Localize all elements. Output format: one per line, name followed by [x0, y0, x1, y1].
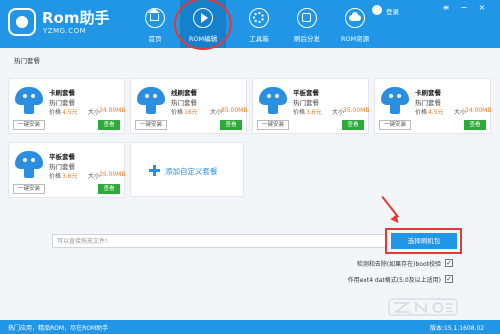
close-icon[interactable]: ×	[476, 3, 488, 13]
option-ext4-format-label: 作用ext4 dat格式(5.0及以上适用)	[347, 277, 441, 284]
minimize-icon[interactable]: −	[458, 3, 470, 13]
version-label: 版本:15.1.1608.02	[430, 325, 485, 332]
login-label: 登录	[386, 8, 399, 16]
nav-rom-resources[interactable]: ROM资源	[332, 0, 378, 48]
package-card[interactable]: 平板套餐 热门套餐 价格 3.6元 大小 35.00MB 一键安装 查看	[8, 142, 125, 198]
card-name: 线刷套餐	[171, 89, 197, 97]
price-label: 价格	[171, 109, 184, 116]
one-click-install-button[interactable]: 一键安装	[379, 120, 411, 130]
nav-distribute[interactable]: 刷后分发	[284, 0, 330, 48]
card-name: 平板套餐	[49, 153, 75, 161]
nav-home[interactable]: 首页	[132, 0, 178, 48]
price-label: 价格	[415, 109, 428, 116]
one-click-install-button[interactable]: 一键安装	[13, 120, 45, 130]
price-value: 3.6元	[62, 173, 78, 180]
add-custom-package-card[interactable]: 添加自定义套餐	[130, 142, 244, 197]
mushroom-icon	[15, 151, 43, 179]
size-value: 35.00MB	[343, 107, 370, 114]
package-card[interactable]: 平板套餐 热门套餐 价格 3.6元 大小 35.00MB 一键安装 查看	[252, 78, 369, 134]
price-label: 价格	[49, 109, 62, 116]
app-subtitle: YZMG.COM	[43, 27, 87, 35]
cloud-icon	[345, 8, 365, 28]
view-button[interactable]: 查看	[220, 120, 242, 130]
package-card[interactable]: 卡刷套餐 热门套餐 价格 4.5元 大小 34.00MB 一键安装 查看	[8, 78, 125, 134]
size-value: 34.00MB	[465, 107, 492, 114]
status-message: 热门应用，精品ROM，尽在ROM助手	[8, 325, 109, 332]
app-title: Rom助手	[42, 9, 110, 27]
size-value: 34.00MB	[99, 107, 126, 114]
logo-icon	[8, 8, 36, 36]
card-tag: 热门套餐	[49, 99, 75, 107]
price-value: 4.5元	[428, 109, 444, 116]
view-button[interactable]: 查看	[464, 120, 486, 130]
nav-rom-resources-label: ROM资源	[340, 35, 370, 43]
status-bar: 热门应用，精品ROM，尽在ROM助手 版本:15.1.1608.02	[0, 320, 500, 334]
one-click-install-button[interactable]: 一键安装	[257, 120, 289, 130]
add-custom-package-label: 添加自定义套餐	[165, 167, 218, 176]
card-tag: 热门套餐	[293, 99, 319, 107]
annotation-circle	[174, 0, 232, 50]
option-ext4-format: 作用ext4 dat格式(5.0及以上适用)	[333, 274, 441, 284]
share-icon	[297, 8, 317, 28]
mushroom-icon	[15, 87, 43, 115]
annotation-highlight-box	[385, 228, 462, 254]
home-icon	[145, 8, 165, 28]
menu-icon[interactable]: ≡	[440, 3, 452, 13]
price-label: 价格	[293, 109, 306, 116]
option-boot-check: 检测和去除(如果存在)boot校验	[333, 258, 441, 268]
card-name: 卡刷套餐	[49, 89, 75, 97]
price-value: 4.5元	[62, 109, 78, 116]
app-window: Rom助手 YZMG.COM 首页 ROM编辑 工具箱 刷后分发 ROM资源 登…	[0, 0, 500, 334]
nav-rom-edit[interactable]: ROM编辑	[174, 0, 232, 50]
package-card[interactable]: 线刷套餐 热门套餐 价格 16元 大小 85.00MB 一键安装 查看	[130, 78, 247, 134]
card-tag: 热门套餐	[49, 163, 75, 171]
section-title: 热门套餐	[14, 57, 40, 65]
annotation-arrow-head	[390, 214, 402, 226]
mushroom-icon	[137, 87, 165, 115]
card-tag: 热门套餐	[171, 99, 197, 107]
view-button[interactable]: 查看	[342, 120, 364, 130]
ext4-format-checkbox[interactable]: ✓	[445, 275, 453, 283]
gear-icon	[249, 8, 269, 28]
size-value: 35.00MB	[99, 171, 126, 178]
top-header: Rom助手 YZMG.COM 首页 ROM编辑 工具箱 刷后分发 ROM资源 登…	[0, 0, 500, 50]
option-boot-check-label: 检测和去除(如果存在)boot校验	[356, 261, 441, 268]
nav-distribute-label: 刷后分发	[294, 35, 320, 43]
one-click-install-button[interactable]: 一键安装	[135, 120, 167, 130]
card-name: 卡刷套餐	[415, 89, 441, 97]
package-card[interactable]: 卡刷套餐 热门套餐 价格 4.5元 大小 34.00MB 一键安装 查看	[374, 78, 491, 134]
site-watermark	[388, 298, 458, 316]
boot-check-checkbox[interactable]: ✓	[445, 259, 453, 267]
one-click-install-button[interactable]: 一键安装	[13, 184, 45, 194]
view-button[interactable]: 查看	[98, 184, 120, 194]
nav-toolbox-label: 工具箱	[249, 35, 269, 43]
mushroom-icon	[381, 87, 409, 115]
app-logo: Rom助手 YZMG.COM	[6, 5, 122, 41]
user-icon	[372, 5, 382, 15]
card-tag: 热门套餐	[415, 99, 441, 107]
mushroom-icon	[259, 87, 287, 115]
view-button[interactable]: 查看	[98, 120, 120, 130]
plus-icon	[149, 165, 160, 176]
card-name: 平板套餐	[293, 89, 319, 97]
price-value: 16元	[184, 109, 198, 116]
nav-toolbox[interactable]: 工具箱	[236, 0, 282, 48]
price-label: 价格	[49, 173, 62, 180]
rom-file-input[interactable]	[52, 234, 387, 248]
nav-home-label: 首页	[148, 35, 162, 43]
price-value: 3.6元	[306, 109, 322, 116]
size-value: 85.00MB	[221, 107, 248, 114]
